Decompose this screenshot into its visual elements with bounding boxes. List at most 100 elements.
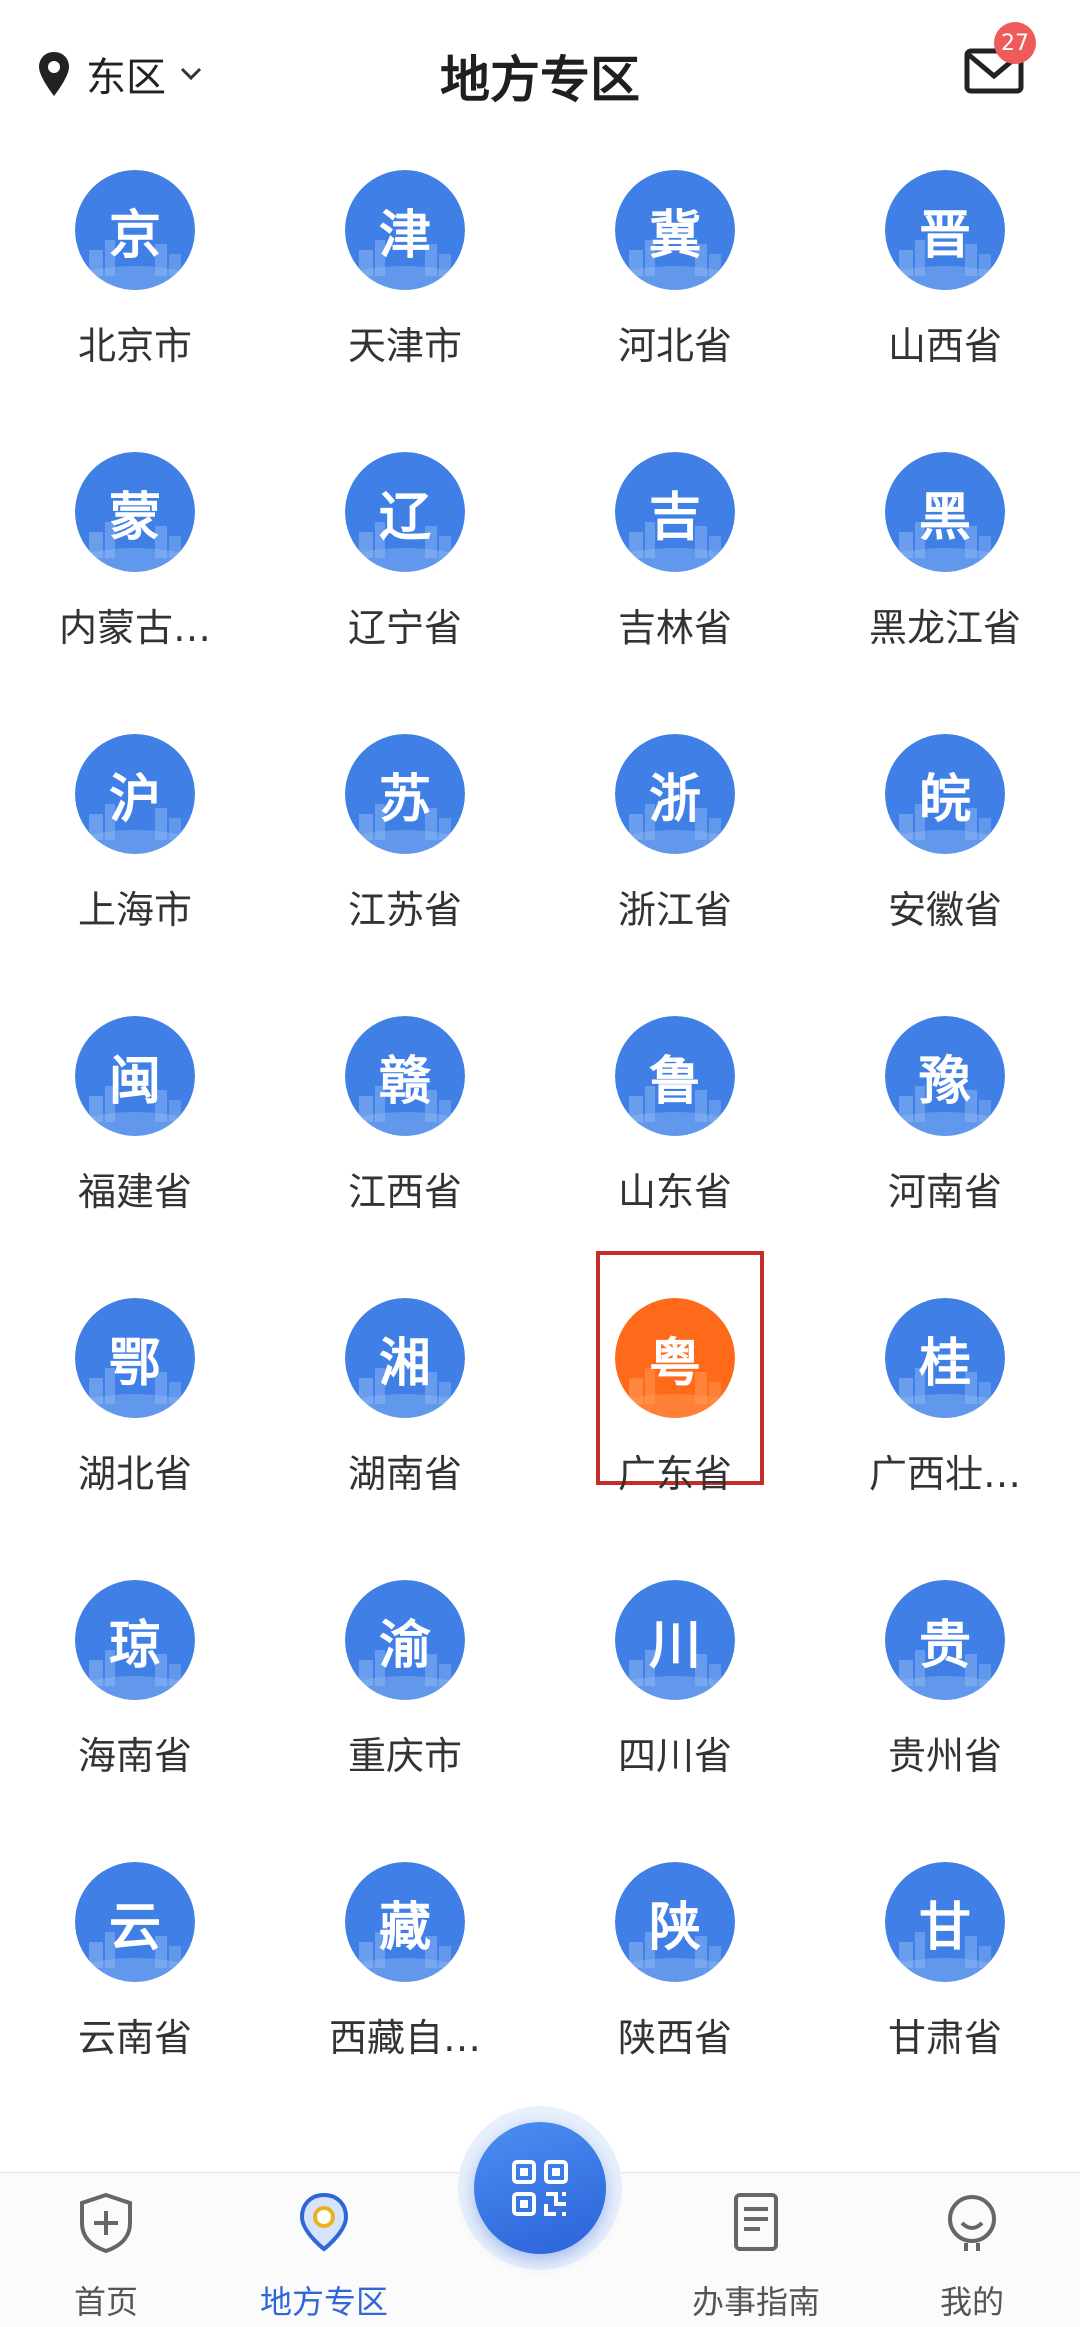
region-label: 黑龙江省 <box>868 606 1021 650</box>
region-emblem-icon: 黑 <box>885 452 1005 572</box>
region-label: 内蒙古… <box>58 606 211 650</box>
region-item[interactable]: 浙浙江省 <box>540 719 810 1001</box>
region-item[interactable]: 黑黑龙江省 <box>810 437 1080 719</box>
scan-button[interactable] <box>474 2122 606 2254</box>
region-emblem-char: 云 <box>108 1897 161 1958</box>
region-emblem-icon: 云 <box>75 1862 195 1982</box>
nav-home[interactable]: 首页 <box>26 2191 186 2321</box>
region-item[interactable]: 陕陕西省 <box>540 1847 810 2129</box>
nav-local[interactable]: 地方专区 <box>244 2191 404 2321</box>
region-item[interactable]: 豫河南省 <box>810 1001 1080 1283</box>
region-emblem-char: 鲁 <box>648 1051 701 1112</box>
region-label: 河北省 <box>617 324 732 368</box>
region-emblem-icon: 鄂 <box>75 1298 195 1418</box>
region-emblem-char: 京 <box>108 205 161 266</box>
region-emblem-char: 川 <box>648 1615 701 1676</box>
region-emblem-icon: 湘 <box>345 1298 465 1418</box>
region-emblem-char: 藏 <box>378 1897 431 1958</box>
smile-face-icon <box>948 2195 996 2251</box>
region-label: 辽宁省 <box>347 606 462 650</box>
region-item[interactable]: 苏江苏省 <box>270 719 540 1001</box>
region-label: 陕西省 <box>617 2016 732 2060</box>
region-emblem-char: 贵 <box>918 1615 971 1676</box>
region-item[interactable]: 辽辽宁省 <box>270 437 540 719</box>
region-item[interactable]: 鄂湖北省 <box>0 1283 270 1565</box>
region-emblem-icon: 贵 <box>885 1580 1005 1700</box>
region-label: 浙江省 <box>617 888 732 932</box>
region-label: 江西省 <box>347 1170 462 1214</box>
region-emblem-icon: 冀 <box>615 170 735 290</box>
region-emblem-icon: 辽 <box>345 452 465 572</box>
region-label: 西藏自… <box>328 2016 481 2060</box>
region-emblem-char: 豫 <box>918 1051 971 1112</box>
region-emblem-icon: 吉 <box>615 452 735 572</box>
region-label: 四川省 <box>617 1734 732 1778</box>
region-item[interactable]: 蒙内蒙古… <box>0 437 270 719</box>
region-item[interactable]: 吉吉林省 <box>540 437 810 719</box>
region-emblem-char: 闽 <box>108 1051 161 1112</box>
region-item[interactable]: 川四川省 <box>540 1565 810 1847</box>
region-emblem-icon: 闽 <box>75 1016 195 1136</box>
region-label: 湖南省 <box>347 1452 462 1496</box>
region-emblem-char: 甘 <box>918 1897 971 1958</box>
region-label: 吉林省 <box>617 606 732 650</box>
region-label: 山东省 <box>617 1170 732 1214</box>
region-item[interactable]: 晋山西省 <box>810 155 1080 437</box>
region-emblem-icon: 桂 <box>885 1298 1005 1418</box>
region-label: 福建省 <box>77 1170 192 1214</box>
region-emblem-char: 浙 <box>648 769 701 830</box>
region-emblem-icon: 皖 <box>885 734 1005 854</box>
region-item[interactable]: 藏西藏自… <box>270 1847 540 2129</box>
region-label: 重庆市 <box>347 1734 462 1778</box>
region-item[interactable]: 桂广西壮… <box>810 1283 1080 1565</box>
region-emblem-char: 渝 <box>378 1615 431 1676</box>
region-label: 上海市 <box>77 888 192 932</box>
region-emblem-char: 皖 <box>918 769 971 830</box>
region-emblem-icon: 琼 <box>75 1580 195 1700</box>
region-label: 湖北省 <box>77 1452 192 1496</box>
region-emblem-icon: 沪 <box>75 734 195 854</box>
region-emblem-icon: 渝 <box>345 1580 465 1700</box>
region-label: 贵州省 <box>887 1734 1002 1778</box>
region-emblem-char: 蒙 <box>108 487 161 548</box>
shield-plus-icon <box>80 2192 132 2254</box>
region-item[interactable]: 粤广东省 <box>540 1251 810 1565</box>
region-label: 北京市 <box>77 324 192 368</box>
region-emblem-char: 冀 <box>648 205 701 266</box>
region-item[interactable]: 京北京市 <box>0 155 270 437</box>
region-emblem-icon: 浙 <box>615 734 735 854</box>
region-item[interactable]: 鲁山东省 <box>540 1001 810 1283</box>
region-item[interactable]: 皖安徽省 <box>810 719 1080 1001</box>
region-item[interactable]: 湘湖南省 <box>270 1283 540 1565</box>
region-item[interactable]: 赣江西省 <box>270 1001 540 1283</box>
region-emblem-char: 吉 <box>648 487 701 548</box>
region-emblem-char: 辽 <box>378 487 431 548</box>
region-emblem-char: 津 <box>378 205 431 266</box>
region-item[interactable]: 云云南省 <box>0 1847 270 2129</box>
region-emblem-icon: 甘 <box>885 1862 1005 1982</box>
region-item[interactable]: 闽福建省 <box>0 1001 270 1283</box>
region-item[interactable]: 渝重庆市 <box>270 1565 540 1847</box>
region-label: 甘肃省 <box>887 2016 1002 2060</box>
region-item[interactable]: 津天津市 <box>270 155 540 437</box>
region-emblem-char: 晋 <box>918 205 971 266</box>
region-emblem-icon: 京 <box>75 170 195 290</box>
region-item[interactable]: 甘甘肃省 <box>810 1847 1080 2129</box>
nav-guide[interactable]: 办事指南 <box>676 2191 836 2321</box>
region-label: 天津市 <box>347 324 462 368</box>
region-item[interactable]: 贵贵州省 <box>810 1565 1080 1847</box>
region-emblem-icon: 藏 <box>345 1862 465 1982</box>
scan-button-wrap <box>458 2106 622 2270</box>
region-item[interactable]: 冀河北省 <box>540 155 810 437</box>
region-item[interactable]: 沪上海市 <box>0 719 270 1001</box>
region-item[interactable]: 琼海南省 <box>0 1565 270 1847</box>
nav-guide-label: 办事指南 <box>691 2283 820 2321</box>
unread-badge: 27 <box>994 22 1036 64</box>
region-label: 河南省 <box>887 1170 1002 1214</box>
qr-scan-icon <box>512 2160 568 2216</box>
region-emblem-icon: 粤 <box>615 1298 735 1418</box>
region-emblem-icon: 川 <box>615 1580 735 1700</box>
nav-mine[interactable]: 我的 <box>892 2191 1052 2321</box>
region-label: 广西壮… <box>868 1452 1021 1496</box>
top-bar: 东区 地方专区 27 <box>0 0 1080 150</box>
